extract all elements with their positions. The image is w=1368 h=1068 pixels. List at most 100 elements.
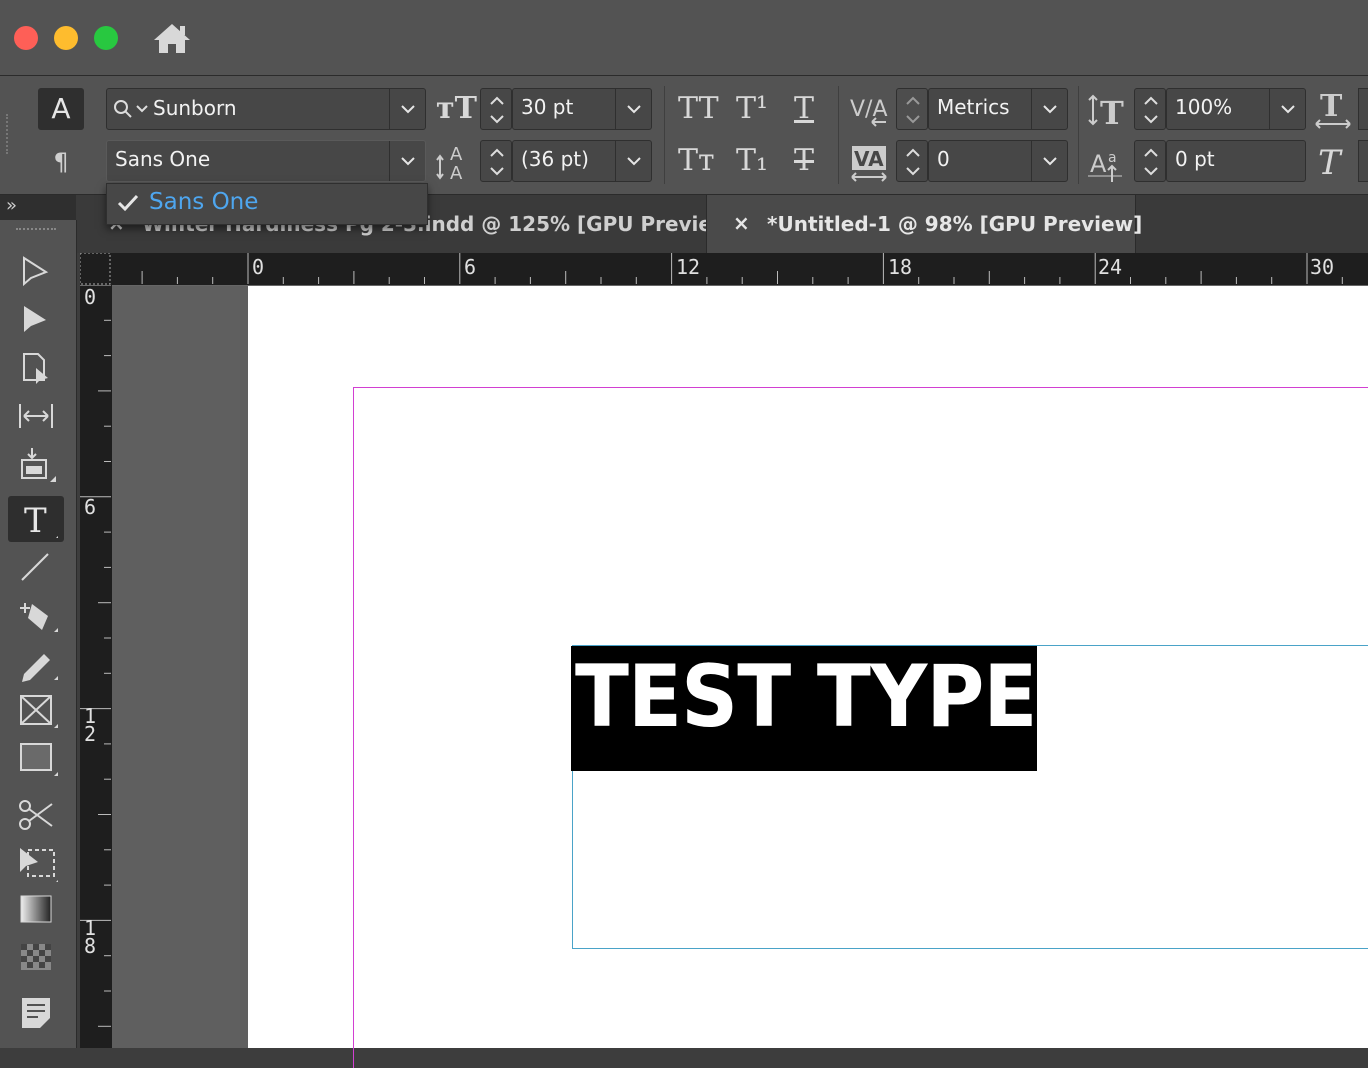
tracking-stepper[interactable]	[896, 140, 928, 182]
type-tool-icon: T	[24, 501, 58, 540]
font-size-dropdown[interactable]	[615, 89, 652, 129]
scissors-icon	[19, 800, 53, 830]
chevron-down-icon	[1043, 157, 1057, 166]
horizontal-ruler[interactable]: 0 6 12 18 24 30	[80, 253, 1368, 286]
small-caps-button[interactable]: Tт	[678, 146, 715, 176]
stepper-arrows-icon	[906, 96, 920, 124]
chevron-down-icon	[1281, 105, 1295, 114]
gradient-feather-icon	[21, 944, 51, 970]
font-size-stepper[interactable]	[480, 88, 512, 130]
direct-selection-tool[interactable]	[12, 298, 60, 342]
scissors-tool[interactable]	[12, 792, 60, 836]
leading-field[interactable]: (36 pt)	[512, 140, 652, 182]
kerning-field[interactable]: Metrics	[928, 88, 1068, 130]
kerning-dropdown[interactable]	[1031, 89, 1068, 129]
panel-grip[interactable]	[6, 114, 12, 154]
baseline-shift-field[interactable]: 0 pt	[1166, 140, 1306, 182]
ruler-label: 1 8	[84, 916, 97, 958]
stepper-arrows-icon	[906, 148, 920, 176]
svg-text:T: T	[24, 501, 47, 540]
menu-item-label: Sans One	[149, 189, 259, 215]
baseline-shift-stepper[interactable]	[1134, 140, 1166, 182]
kerning-value: Metrics	[937, 95, 1010, 119]
paragraph-mode-button[interactable]: ¶	[38, 142, 84, 182]
svg-text:T: T	[1100, 94, 1124, 128]
svg-text:A: A	[450, 144, 463, 165]
type-tool[interactable]: T	[8, 496, 64, 542]
stepper-arrows-icon	[1144, 148, 1158, 176]
ruler-label: 12	[676, 255, 701, 279]
tracking-field[interactable]: 0	[928, 140, 1068, 182]
stepper-arrows-icon	[490, 96, 504, 124]
all-caps-button[interactable]: TT	[678, 94, 719, 124]
tracking-dropdown[interactable]	[1031, 141, 1068, 181]
home-icon[interactable]	[152, 20, 192, 56]
pencil-tool[interactable]	[12, 640, 60, 684]
close-icon[interactable]: ×	[733, 211, 750, 235]
text-frame-content[interactable]: TEST TYPE	[575, 654, 1037, 740]
superscript-button[interactable]: T¹	[736, 94, 768, 124]
overflow-field[interactable]	[1358, 88, 1368, 130]
zoom-window-button[interactable]	[94, 26, 118, 50]
leading-stepper[interactable]	[480, 140, 512, 182]
font-size-field[interactable]: 30 pt	[512, 88, 652, 130]
svg-text:A: A	[1090, 150, 1107, 178]
note-icon	[22, 998, 50, 1028]
pen-tool[interactable]	[12, 592, 60, 636]
free-transform-tool[interactable]	[12, 840, 60, 884]
rectangle-icon	[20, 743, 58, 776]
horizontal-scale-icon: T	[1314, 89, 1354, 130]
rectangle-tool[interactable]	[12, 736, 60, 780]
font-style-value: Sans One	[115, 147, 211, 171]
subscript-button[interactable]: T₁	[736, 146, 768, 176]
font-family-dropdown[interactable]	[389, 89, 426, 129]
strikethrough-button[interactable]: T	[794, 146, 814, 176]
vertical-scale-field[interactable]: 100%	[1166, 88, 1306, 130]
panel-collapse-button[interactable]: »	[0, 195, 76, 220]
gap-tool[interactable]	[12, 394, 60, 438]
baseline-shift-value: 0 pt	[1175, 147, 1215, 171]
ruler-label: 0	[84, 285, 97, 309]
font-family-value: Sunborn	[153, 96, 237, 120]
underline-button[interactable]: T	[794, 94, 814, 124]
divider	[664, 86, 665, 184]
selection-tool[interactable]	[12, 250, 60, 294]
page-tool-icon	[23, 353, 48, 384]
tab-untitled-1[interactable]: × *Untitled-1 @ 98% [GPU Preview]	[706, 195, 1142, 253]
kerning-stepper[interactable]	[896, 88, 928, 130]
gradient-swatch-tool[interactable]	[12, 888, 60, 932]
rectangle-frame-tool[interactable]	[12, 688, 60, 732]
vertical-ruler[interactable]: 0 6 1 2 1 8	[80, 285, 113, 1048]
svg-text:VA: VA	[854, 147, 884, 171]
character-mode-button[interactable]: A	[38, 88, 84, 130]
svg-text:a: a	[1108, 150, 1117, 166]
gradient-feather-tool[interactable]	[12, 936, 60, 980]
minimize-window-button[interactable]	[54, 26, 78, 50]
divider	[1078, 86, 1079, 184]
font-style-dropdown[interactable]	[389, 141, 426, 181]
vertical-scale-dropdown[interactable]	[1269, 89, 1306, 129]
panel-grip[interactable]	[16, 228, 56, 236]
ruler-label: 6	[464, 255, 477, 279]
leading-dropdown[interactable]	[615, 141, 652, 181]
line-tool[interactable]	[12, 544, 60, 588]
font-family-field[interactable]: Sunborn	[106, 88, 426, 130]
checkmark-icon	[117, 194, 139, 212]
font-style-menu-item[interactable]: Sans One	[107, 184, 425, 222]
close-window-button[interactable]	[14, 26, 38, 50]
font-style-field[interactable]: Sans One	[106, 140, 426, 182]
note-tool[interactable]	[12, 990, 60, 1034]
overflow-field[interactable]	[1358, 140, 1368, 182]
ruler-label: 6	[84, 495, 97, 519]
line-tool-icon	[21, 553, 49, 581]
tab-label: *Untitled-1 @ 98% [GPU Preview]	[767, 212, 1143, 236]
page-tool[interactable]	[12, 346, 60, 390]
document-page[interactable]: TEST TYPE	[248, 286, 1368, 1068]
vertical-scale-stepper[interactable]	[1134, 88, 1166, 130]
title-bar	[0, 0, 1368, 76]
text-frame[interactable]: TEST TYPE	[571, 645, 1368, 949]
leading-value: (36 pt)	[521, 147, 589, 171]
chevron-down-icon	[401, 157, 415, 166]
vertical-scale-value: 100%	[1175, 95, 1233, 119]
content-collector-tool[interactable]	[12, 442, 60, 486]
